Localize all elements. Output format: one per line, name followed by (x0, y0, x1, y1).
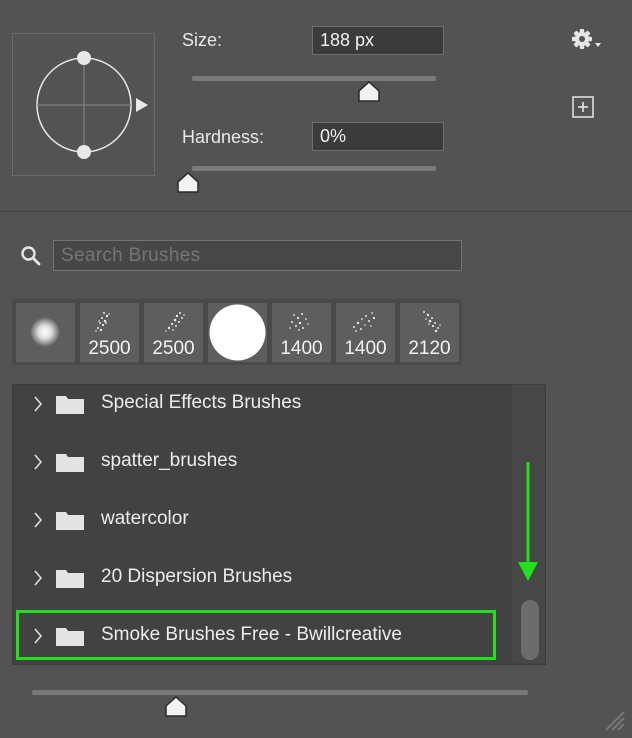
folder-icon (56, 512, 84, 530)
folder-name: watercolor (101, 508, 189, 529)
folder-icon (56, 570, 84, 588)
hardness-field[interactable]: 0% (312, 122, 444, 151)
brush-tip-spatter[interactable]: 2120 (400, 303, 459, 362)
brush-tip-size: 1400 (344, 338, 387, 359)
resize-grip-icon[interactable] (600, 706, 626, 732)
hardness-slider-track[interactable] (192, 166, 436, 171)
list-item[interactable]: watercolor (27, 491, 497, 549)
brush-tip-size: 2500 (152, 338, 195, 359)
highlight-box (16, 610, 496, 660)
folder-name: Special Effects Brushes (101, 392, 302, 413)
chevron-right-icon[interactable] (33, 569, 43, 587)
chevron-right-icon[interactable] (33, 395, 43, 413)
brush-tip-spatter[interactable]: 2500 (144, 303, 203, 362)
gear-icon[interactable] (569, 26, 605, 54)
list-item[interactable]: Special Effects Brushes (27, 375, 497, 433)
brush-tip-spatter[interactable]: 1400 (272, 303, 331, 362)
new-brush-icon[interactable] (572, 96, 594, 118)
folder-name: spatter_brushes (101, 450, 238, 471)
search-input[interactable] (53, 240, 462, 271)
chevron-right-icon[interactable] (33, 453, 43, 471)
search-icon (20, 245, 42, 267)
brush-tip-spatter[interactable]: 2500 (80, 303, 139, 362)
preview-size-slider-thumb[interactable] (164, 695, 188, 718)
section-divider (0, 211, 632, 212)
hardness-label: Hardness: (182, 127, 265, 147)
preview-size-slider-track[interactable] (32, 690, 528, 695)
size-label: Size: (182, 30, 223, 50)
brush-tip-soft-round[interactable] (16, 303, 75, 362)
down-arrow-annotation-icon (515, 462, 541, 582)
brush-tip-size: 1400 (280, 338, 323, 359)
brush-tips-strip: 2500 2500 1400 1400 2120 (12, 299, 462, 365)
folder-icon (56, 454, 84, 472)
folder-name: 20 Dispersion Brushes (101, 566, 293, 587)
list-item[interactable]: 20 Dispersion Brushes (27, 549, 497, 607)
size-slider-thumb[interactable] (357, 80, 381, 103)
brush-tip-preview[interactable] (12, 33, 155, 176)
brush-tip-size: 2120 (408, 338, 451, 359)
brush-tip-spatter[interactable]: 1400 (336, 303, 395, 362)
size-field[interactable]: 188 px (312, 26, 444, 55)
brush-tip-hard-round[interactable] (208, 303, 267, 362)
brush-tip-size: 2500 (88, 338, 131, 359)
folder-icon (56, 396, 84, 414)
chevron-right-icon[interactable] (33, 511, 43, 529)
hardness-slider-thumb[interactable] (176, 171, 200, 194)
scrollbar-thumb[interactable] (521, 600, 539, 660)
size-slider-track[interactable] (192, 76, 436, 81)
list-item[interactable]: spatter_brushes (27, 433, 497, 491)
